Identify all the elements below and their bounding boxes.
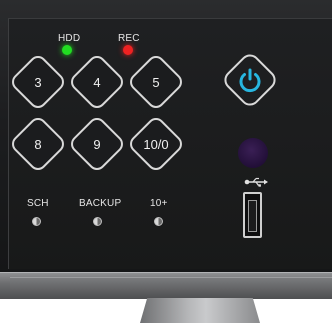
ir-receiver xyxy=(238,138,268,168)
plus10-label: 10+ xyxy=(150,198,168,209)
key-4[interactable]: 4 xyxy=(67,52,127,112)
backup-label: BACKUP xyxy=(79,198,122,209)
dvr-front-panel: HDD REC 3 4 5 8 9 10/0 SCH BACKUP 10+ xyxy=(0,0,332,323)
sch-button[interactable] xyxy=(32,217,41,226)
power-button[interactable] xyxy=(218,48,282,112)
usb-port-tongue xyxy=(248,200,257,232)
usb-icon xyxy=(244,177,268,187)
key-5[interactable]: 5 xyxy=(126,52,186,112)
key-5-label: 5 xyxy=(152,74,160,90)
key-10-0[interactable]: 10/0 xyxy=(126,114,186,174)
key-9-label: 9 xyxy=(93,136,101,152)
rec-label: REC xyxy=(118,33,140,44)
key-8-label: 8 xyxy=(34,136,42,152)
key-10-0-label: 10/0 xyxy=(143,136,169,152)
device-foot xyxy=(140,298,260,323)
base-rail-inner xyxy=(10,277,332,294)
base-rail xyxy=(0,272,332,299)
usb-port[interactable] xyxy=(243,192,262,238)
hdd-label: HDD xyxy=(58,33,81,44)
sch-label: SCH xyxy=(27,198,49,209)
key-4-label: 4 xyxy=(93,74,101,90)
key-3-label: 3 xyxy=(34,74,42,90)
plus10-button[interactable] xyxy=(154,217,163,226)
key-3[interactable]: 3 xyxy=(8,52,68,112)
backup-button[interactable] xyxy=(93,217,102,226)
key-9[interactable]: 9 xyxy=(67,114,127,174)
power-button-shape xyxy=(224,54,276,106)
key-8[interactable]: 8 xyxy=(8,114,68,174)
